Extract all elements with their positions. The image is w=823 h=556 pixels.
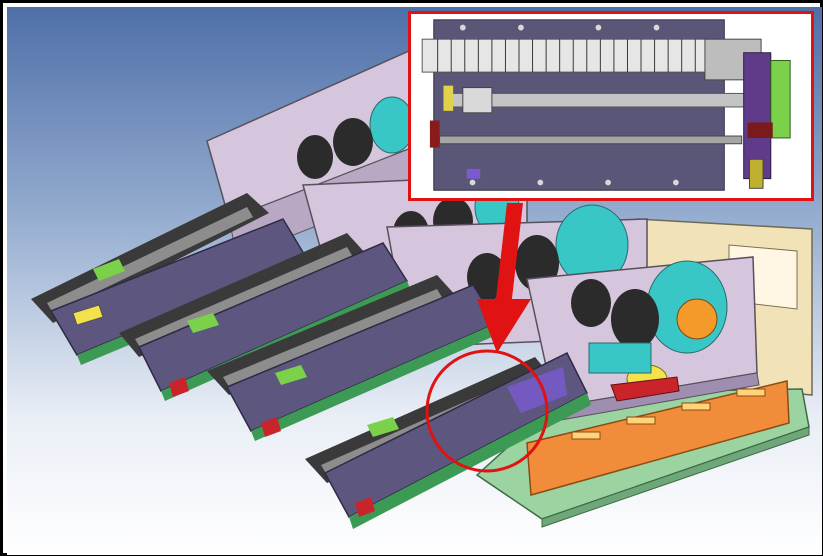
screenshot-frame <box>0 0 823 556</box>
cad-viewport <box>7 7 822 555</box>
top-view-inset <box>408 11 814 201</box>
top-view-drawing <box>414 14 808 198</box>
